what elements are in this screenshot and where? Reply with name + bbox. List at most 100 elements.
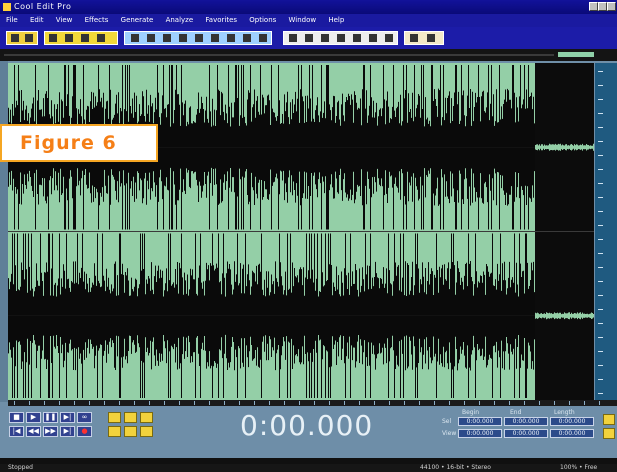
menu-window[interactable]: Window <box>289 16 317 24</box>
paste-icon <box>147 34 155 42</box>
rewind-button[interactable]: ◀◀ <box>26 426 41 437</box>
time-ruler-tick <box>479 401 480 405</box>
loop-button[interactable]: ∞ <box>77 412 92 423</box>
menu-generate[interactable]: Generate <box>121 16 154 24</box>
menu-help[interactable]: Help <box>328 16 344 24</box>
go-start-icon: |◀ <box>12 427 21 435</box>
menu-edit[interactable]: Edit <box>30 16 44 24</box>
grid-icon <box>321 34 329 42</box>
time-ruler-tick <box>569 401 570 405</box>
redo-icon <box>211 34 219 42</box>
time-ruler-tick <box>269 401 270 405</box>
view-length-field[interactable]: 0:00.000 <box>550 429 594 438</box>
level-meter-button[interactable] <box>603 414 615 425</box>
ruler-tick <box>598 113 603 114</box>
time-ruler-tick <box>404 401 405 405</box>
sel-begin-field[interactable]: 0:00.000 <box>458 417 502 426</box>
mix-paste-icon <box>163 34 171 42</box>
play-button[interactable]: ▶ <box>26 412 41 423</box>
amplitude-ruler <box>595 63 617 400</box>
menu-options[interactable]: Options <box>249 16 276 24</box>
fast-forward-icon: ▶▶ <box>45 427 56 435</box>
rewind-icon: ◀◀ <box>28 427 39 435</box>
time-ruler-tick <box>359 401 360 405</box>
time-ruler-tick <box>524 401 525 405</box>
ruler-tick <box>598 225 603 226</box>
toolbar-group-5[interactable] <box>404 31 444 45</box>
sel-end-field[interactable]: 0:00.000 <box>504 417 548 426</box>
cd-icon <box>410 34 418 42</box>
maximize-button[interactable] <box>598 2 607 11</box>
overview-visible-range[interactable] <box>558 52 594 57</box>
selection-header-begin: Begin <box>462 409 480 416</box>
overview-bar[interactable] <box>0 49 617 61</box>
ruler-tick <box>598 127 603 128</box>
time-ruler-tick <box>509 401 510 405</box>
menu-effects[interactable]: Effects <box>85 16 109 24</box>
time-ruler-tick <box>104 401 105 405</box>
waveform-display[interactable] <box>8 63 594 400</box>
stop-button[interactable]: ■ <box>9 412 24 423</box>
snap-icon <box>243 34 251 42</box>
menu-analyze[interactable]: Analyze <box>166 16 194 24</box>
time-ruler-tick <box>389 401 390 405</box>
go-end-icon: ▶| <box>63 427 72 435</box>
time-ruler-tick <box>254 401 255 405</box>
toolbar-group-3[interactable] <box>124 31 272 45</box>
transport-panel: ■ ▶ ❚❚ ▶| ∞ |◀ ◀◀ ▶▶ ▶| ● 0:00.000 Begin… <box>0 406 617 458</box>
time-ruler-tick <box>179 401 180 405</box>
time-ruler-tick <box>314 401 315 405</box>
play-to-end-icon: ▶| <box>63 413 72 421</box>
toolbar-group-4[interactable] <box>283 31 398 45</box>
toolbar-group-1[interactable] <box>6 31 38 45</box>
menu-view[interactable]: View <box>56 16 73 24</box>
ruler-tick <box>598 169 603 170</box>
zoom-in-button[interactable] <box>108 412 121 423</box>
record-button[interactable]: ● <box>77 426 92 437</box>
repeat-icon <box>227 34 235 42</box>
undo-icon <box>195 34 203 42</box>
title-bar: Cool Edit Pro <box>0 0 617 14</box>
zoom-full-button[interactable] <box>140 412 153 423</box>
zoom-left-button[interactable] <box>124 426 137 437</box>
close-button[interactable] <box>607 2 616 11</box>
time-ruler-tick <box>554 401 555 405</box>
fast-forward-button[interactable]: ▶▶ <box>43 426 58 437</box>
selection-header-length: Length <box>554 409 575 416</box>
level-meter-button-2[interactable] <box>603 428 615 439</box>
go-start-button[interactable]: |◀ <box>9 426 24 437</box>
spectral-view-icon <box>289 34 297 42</box>
time-ruler-tick <box>299 401 300 405</box>
ruler-tick <box>598 155 603 156</box>
ruler-tick <box>598 239 603 240</box>
selection-row-label: Sel <box>442 418 452 425</box>
time-ruler-tick <box>449 401 450 405</box>
ruler-tick <box>598 365 603 366</box>
time-ruler-tick <box>464 401 465 405</box>
play-to-end-button[interactable]: ▶| <box>60 412 75 423</box>
ruler-tick <box>598 141 603 142</box>
zoom-right-button[interactable] <box>140 426 153 437</box>
view-begin-field[interactable]: 0:00.000 <box>458 429 502 438</box>
waveform-svg <box>8 63 594 400</box>
minimize-button[interactable] <box>589 2 598 11</box>
ruler-tick <box>598 393 603 394</box>
view-end-field[interactable]: 0:00.000 <box>504 429 548 438</box>
menu-favorites[interactable]: Favorites <box>205 16 237 24</box>
pause-button[interactable]: ❚❚ <box>43 412 58 423</box>
zoom-out-button[interactable] <box>124 412 137 423</box>
zoom-selection-button[interactable] <box>108 426 121 437</box>
overview-track <box>4 54 554 56</box>
toolbar-group-2[interactable] <box>44 31 118 45</box>
menu-file[interactable]: File <box>6 16 18 24</box>
play-icon: ▶ <box>30 413 37 421</box>
figure-label: Figure 6 <box>20 132 117 154</box>
go-end-button[interactable]: ▶| <box>60 426 75 437</box>
time-ruler-tick <box>194 401 195 405</box>
settings-icon <box>385 34 393 42</box>
sel-length-field[interactable]: 0:00.000 <box>550 417 594 426</box>
ruler-tick <box>598 281 603 282</box>
time-ruler-tick <box>539 401 540 405</box>
time-ruler-tick <box>149 401 150 405</box>
pause-icon: ❚❚ <box>44 413 57 421</box>
